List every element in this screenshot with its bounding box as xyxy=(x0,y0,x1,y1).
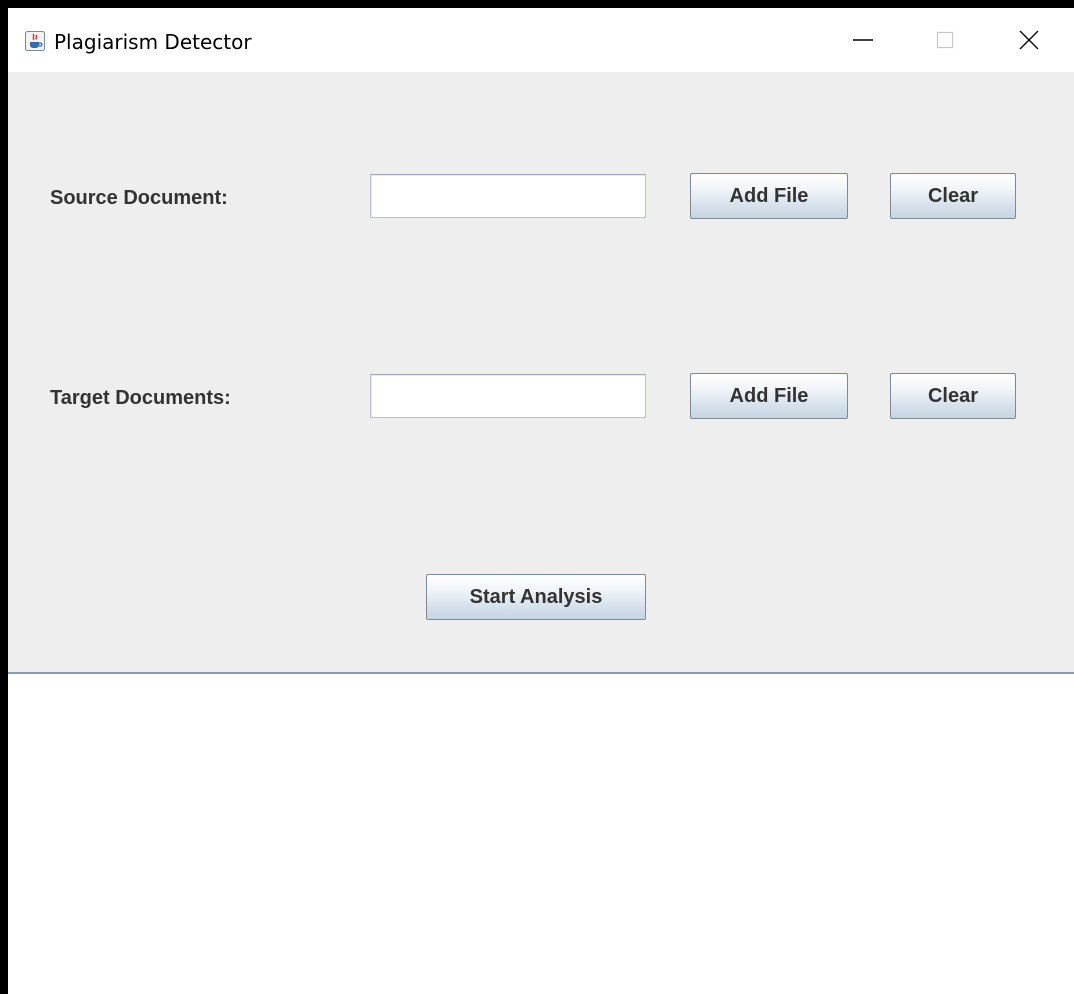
source-document-field[interactable] xyxy=(370,174,646,218)
window-title: Plagiarism Detector xyxy=(54,30,252,54)
results-area xyxy=(8,672,1074,994)
target-documents-field[interactable] xyxy=(370,374,646,418)
source-clear-button[interactable]: Clear xyxy=(890,173,1016,219)
target-documents-label: Target Documents: xyxy=(50,387,231,409)
source-add-file-button[interactable]: Add File xyxy=(690,173,848,219)
minimize-icon xyxy=(852,29,874,56)
app-window: Plagiarism Detector Source Document: Add… xyxy=(8,8,1074,994)
maximize-button[interactable] xyxy=(920,20,970,64)
close-icon xyxy=(1018,29,1040,56)
minimize-button[interactable] xyxy=(838,20,888,64)
target-add-file-button[interactable]: Add File xyxy=(690,373,848,419)
close-button[interactable] xyxy=(1004,20,1054,64)
maximize-icon xyxy=(934,29,956,56)
java-coffee-cup-icon xyxy=(25,31,45,51)
target-clear-button[interactable]: Clear xyxy=(890,373,1016,419)
source-document-label: Source Document: xyxy=(50,187,228,209)
start-analysis-button[interactable]: Start Analysis xyxy=(426,574,646,620)
title-bar[interactable]: Plagiarism Detector xyxy=(8,8,1074,72)
